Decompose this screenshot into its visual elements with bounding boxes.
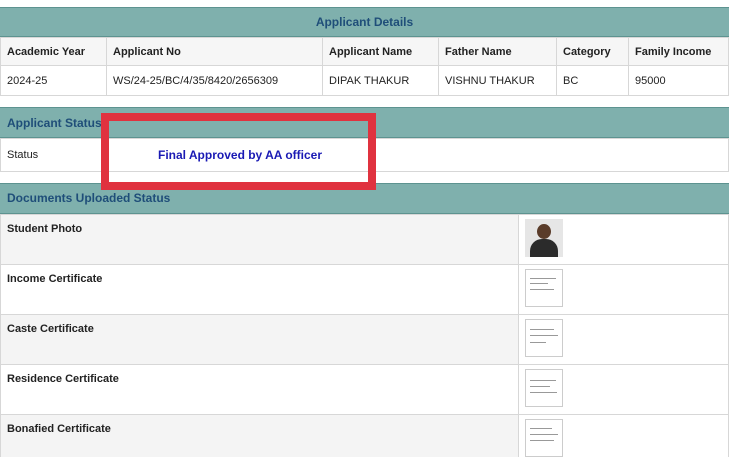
doc-label-income-certificate: Income Certificate: [0, 264, 519, 315]
doc-thumb-cell: [518, 214, 729, 265]
table-row: Residence Certificate: [0, 364, 729, 415]
doc-line: [530, 329, 554, 330]
table-row: Income Certificate: [0, 264, 729, 315]
doc-line: [530, 289, 554, 290]
doc-line: [530, 283, 548, 284]
doc-line: [530, 440, 554, 441]
col-father-name: Father Name: [438, 37, 557, 66]
col-family-income: Family Income: [628, 37, 729, 66]
applicant-no-value: WS/24-25/BC/4/35/8420/2656309: [106, 65, 323, 96]
table-row: Student Photo: [0, 214, 729, 265]
documents-table: Student Photo Income Certificate Caste C…: [0, 214, 729, 457]
residence-certificate-thumbnail[interactable]: [525, 369, 563, 407]
applicant-details-header: Applicant Details: [0, 7, 729, 37]
status-label: Status: [0, 138, 102, 172]
applicant-details-table: Academic Year Applicant No Applicant Nam…: [0, 37, 729, 96]
doc-line: [530, 335, 558, 336]
doc-label-student-photo: Student Photo: [0, 214, 519, 265]
person-head-shape: [537, 224, 551, 239]
col-academic-year: Academic Year: [0, 37, 107, 66]
doc-line: [530, 428, 552, 429]
doc-thumb-cell: [518, 414, 729, 457]
doc-line: [530, 278, 556, 279]
col-category: Category: [556, 37, 629, 66]
academic-year-value: 2024-25: [0, 65, 107, 96]
doc-line: [530, 342, 546, 343]
father-name-value: VISHNU THAKUR: [438, 65, 557, 96]
doc-label-caste-certificate: Caste Certificate: [0, 314, 519, 365]
doc-thumb-cell: [518, 364, 729, 415]
person-body-shape: [530, 239, 558, 257]
bonafied-certificate-thumbnail[interactable]: [525, 419, 563, 457]
income-certificate-thumbnail[interactable]: [525, 269, 563, 307]
doc-label-residence-certificate: Residence Certificate: [0, 364, 519, 415]
doc-line: [530, 434, 558, 435]
doc-line: [530, 392, 557, 393]
table-row: Bonafied Certificate: [0, 414, 729, 457]
doc-thumb-cell: [518, 264, 729, 315]
applicant-name-value: DIPAK THAKUR: [322, 65, 439, 96]
category-value: BC: [556, 65, 629, 96]
table-row: 2024-25 WS/24-25/BC/4/35/8420/2656309 DI…: [0, 65, 729, 96]
student-photo-thumbnail[interactable]: [525, 219, 563, 257]
col-applicant-no: Applicant No: [106, 37, 323, 66]
table-row: Caste Certificate: [0, 314, 729, 365]
doc-line: [530, 380, 556, 381]
caste-certificate-thumbnail[interactable]: [525, 319, 563, 357]
doc-label-bonafied-certificate: Bonafied Certificate: [0, 414, 519, 457]
family-income-value: 95000: [628, 65, 729, 96]
doc-thumb-cell: [518, 314, 729, 365]
col-applicant-name: Applicant Name: [322, 37, 439, 66]
table-header-row: Academic Year Applicant No Applicant Nam…: [0, 37, 729, 66]
doc-line: [530, 386, 550, 387]
annotation-highlight-box: [101, 113, 376, 190]
